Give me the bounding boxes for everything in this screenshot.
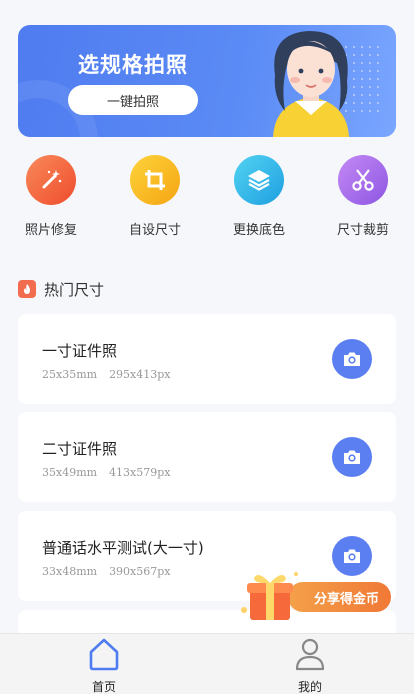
tab-mine[interactable]: 我的 bbox=[270, 636, 350, 694]
bottom-tab-bar: 首页 我的 bbox=[0, 633, 414, 694]
share-label: 分享得金币 bbox=[288, 582, 391, 612]
share-coins-button[interactable]: 分享得金币 bbox=[238, 564, 398, 624]
size-px: 295x413px bbox=[109, 368, 171, 381]
size-mm: 25x35mm bbox=[42, 368, 98, 381]
size-name: 一寸证件照 bbox=[42, 342, 118, 360]
tool-change-background[interactable]: 更换底色 bbox=[214, 155, 304, 238]
scissors-icon bbox=[338, 155, 388, 205]
tab-label: 首页 bbox=[91, 680, 116, 694]
one-tap-photo-button[interactable]: 一键拍照 bbox=[68, 85, 198, 115]
tool-label: 照片修复 bbox=[24, 223, 77, 238]
gift-icon bbox=[241, 572, 298, 620]
size-name: 普通话水平测试(大一寸) bbox=[42, 539, 204, 557]
size-px: 413x579px bbox=[109, 466, 171, 479]
tool-label: 更换底色 bbox=[232, 223, 285, 238]
tool-custom-size[interactable]: 自设尺寸 bbox=[110, 155, 200, 238]
tool-size-crop[interactable]: 尺寸裁剪 bbox=[318, 155, 408, 238]
user-icon bbox=[295, 638, 325, 671]
crop-icon bbox=[130, 155, 180, 205]
layers-icon bbox=[234, 155, 284, 205]
section-title: 热门尺寸 bbox=[44, 280, 105, 299]
tool-photo-repair[interactable]: 照片修复 bbox=[6, 155, 96, 238]
promo-banner[interactable]: 选规格拍照 一键拍照 bbox=[18, 25, 396, 137]
girl-illustration bbox=[273, 31, 349, 137]
magic-wand-icon bbox=[26, 155, 76, 205]
size-px: 390x567px bbox=[109, 565, 171, 578]
tab-home[interactable]: 首页 bbox=[64, 636, 144, 694]
size-name: 二寸证件照 bbox=[42, 440, 118, 458]
home-icon bbox=[89, 638, 119, 671]
size-spec: 35x49mm 413x579px bbox=[42, 466, 171, 479]
size-mm: 33x48mm bbox=[42, 565, 98, 578]
banner-title: 选规格拍照 bbox=[78, 53, 188, 77]
section-header: 热门尺寸 bbox=[18, 278, 104, 300]
size-mm: 35x49mm bbox=[42, 466, 98, 479]
camera-button[interactable] bbox=[332, 437, 372, 477]
size-card[interactable]: 二寸证件照 35x49mm 413x579px bbox=[18, 412, 396, 502]
tool-label: 自设尺寸 bbox=[128, 223, 181, 238]
tool-label: 尺寸裁剪 bbox=[336, 223, 389, 238]
camera-button[interactable] bbox=[332, 339, 372, 379]
size-spec: 33x48mm 390x567px bbox=[42, 565, 171, 578]
camera-icon bbox=[344, 450, 360, 464]
tool-grid: 照片修复 自设尺寸 更换底色 尺寸裁剪 bbox=[0, 155, 414, 240]
flame-icon bbox=[18, 280, 36, 298]
size-spec: 25x35mm 295x413px bbox=[42, 368, 171, 381]
camera-icon bbox=[344, 352, 360, 366]
tab-label: 我的 bbox=[297, 680, 322, 694]
size-card[interactable]: 一寸证件照 25x35mm 295x413px bbox=[18, 314, 396, 404]
